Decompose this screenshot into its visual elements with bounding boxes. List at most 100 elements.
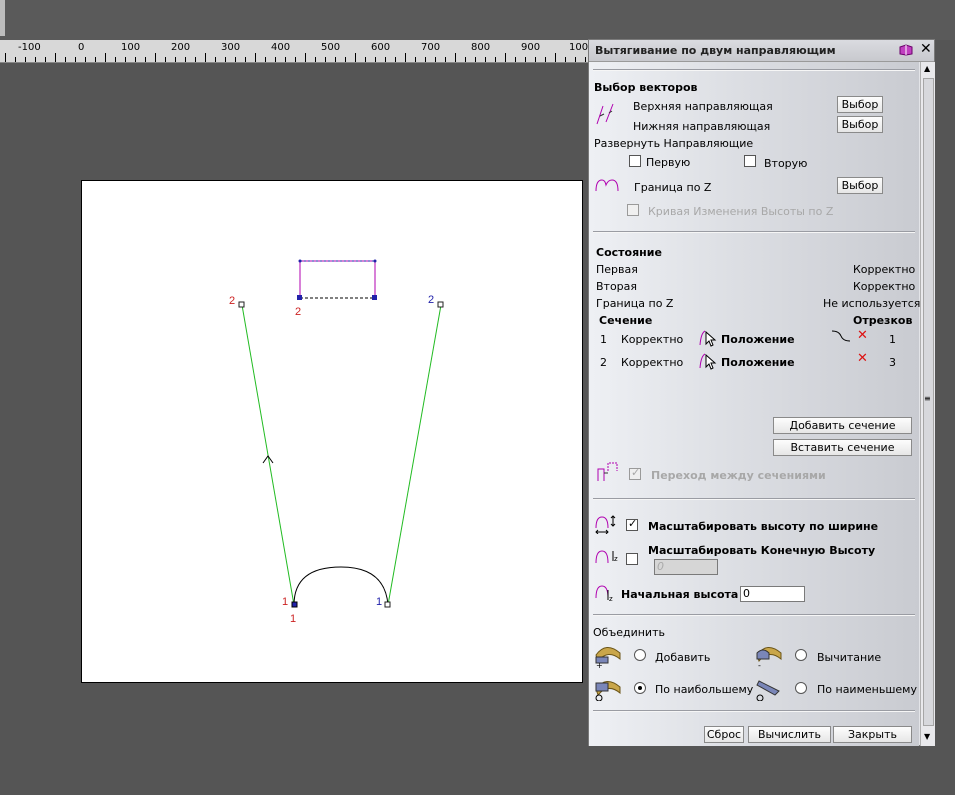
state-heading: Состояние	[596, 246, 662, 259]
help-book-icon[interactable]	[899, 44, 913, 56]
left-rail-line[interactable]	[241, 304, 295, 606]
min-combine-icon	[756, 680, 780, 701]
right-rail-line[interactable]	[387, 304, 442, 606]
ruler-minor-tick	[95, 57, 96, 62]
scroll-up-icon[interactable]: ▲	[924, 64, 930, 73]
flip-second-label: Вторую	[764, 157, 808, 170]
close-icon[interactable]: ✕	[920, 41, 932, 57]
ruler-minor-tick	[495, 57, 496, 62]
max-combine-icon	[595, 681, 621, 701]
ruler-minor-tick	[75, 57, 76, 62]
ruler-major-tick	[505, 53, 506, 62]
node-marker[interactable]	[437, 301, 444, 308]
ruler-minor-tick	[335, 57, 336, 62]
section-number: 1	[600, 333, 607, 346]
separator	[593, 614, 915, 616]
separator	[593, 710, 915, 712]
ruler-major-tick	[255, 53, 256, 62]
flip-rails-label: Развернуть Направляющие	[594, 137, 754, 150]
section-position-label[interactable]: Положение	[721, 333, 795, 346]
section-position-label[interactable]: Положение	[721, 356, 795, 369]
ruler-minor-tick	[235, 57, 236, 62]
start-height-input[interactable]: 0	[740, 586, 805, 602]
ruler-minor-tick	[365, 57, 366, 62]
ruler-minor-tick	[225, 57, 226, 62]
node-marker[interactable]	[372, 295, 377, 300]
vector-drawing[interactable]: 2 2 2 1 1 1	[82, 181, 582, 682]
scroll-grip-icon: ≡	[924, 394, 931, 403]
transition-icon	[597, 462, 618, 481]
select-lower-rail-button[interactable]: Выбор	[837, 116, 883, 133]
ruler-major-tick	[305, 53, 306, 62]
panel-body: Выбор векторов Верхняя направляющая Выбо…	[589, 62, 921, 746]
delete-section-icon[interactable]: ✕	[857, 328, 868, 343]
delete-section-icon[interactable]: ✕	[857, 351, 868, 366]
add-combine-icon: +	[595, 647, 621, 669]
reset-button[interactable]: Сброс	[704, 726, 744, 743]
node-marker[interactable]	[291, 601, 298, 608]
panel-scrollbar[interactable]: ▲ ≡ ▼	[920, 62, 935, 746]
upper-rail-label: Верхняя направляющая	[633, 100, 773, 113]
select-upper-rail-button[interactable]: Выбор	[837, 96, 883, 113]
scale-height-width-checkbox[interactable]: ✓	[626, 518, 638, 531]
ruler-minor-tick	[315, 57, 316, 62]
z-boundary-label: Граница по Z	[634, 181, 712, 194]
ruler-major-tick	[5, 53, 6, 62]
ruler-label: 100	[121, 42, 141, 53]
scale-end-height-label: Масштабировать Конечную Высоту	[648, 544, 876, 557]
combine-subtract-label: Вычитание	[817, 651, 882, 664]
compute-button[interactable]: Вычислить	[748, 726, 831, 743]
node-label: 1	[376, 596, 382, 608]
ruler-major-tick	[205, 53, 206, 62]
ruler-label: -100	[18, 42, 41, 53]
scroll-down-icon[interactable]: ▼	[924, 732, 930, 741]
flip-first-checkbox[interactable]	[629, 155, 641, 167]
ruler-minor-tick	[565, 57, 566, 62]
drawing-canvas[interactable]: 2 2 2 1 1 1	[81, 180, 583, 683]
ruler-minor-tick	[395, 57, 396, 62]
flip-second-checkbox[interactable]	[744, 155, 756, 167]
end-height-input[interactable]: 0	[654, 559, 718, 575]
node-label: 2	[428, 294, 434, 306]
combine-subtract-radio[interactable]	[795, 649, 807, 661]
combine-min-radio[interactable]	[795, 682, 807, 694]
add-section-button[interactable]: Добавить сечение	[773, 417, 912, 434]
ruler-major-tick	[555, 53, 556, 62]
combine-add-radio[interactable]	[634, 649, 646, 661]
rails-icon	[596, 103, 614, 125]
panel-title: Вытягивание по двум направляющим	[595, 44, 836, 57]
node-marker[interactable]	[373, 259, 377, 263]
segments-column-header: Отрезков	[853, 314, 913, 327]
ruler-minor-tick	[295, 57, 296, 62]
flip-first-label: Первую	[646, 156, 691, 169]
scale-end-height-checkbox[interactable]	[626, 553, 638, 565]
ruler-minor-tick	[185, 57, 186, 62]
close-button[interactable]: Закрыть	[833, 726, 912, 743]
svg-text:z: z	[614, 555, 618, 563]
ruler-minor-tick	[525, 57, 526, 62]
state-zboundary-value: Не используется	[823, 297, 921, 310]
ruler-minor-tick	[145, 57, 146, 62]
select-z-boundary-button[interactable]: Выбор	[837, 177, 883, 194]
ruler-label: 200	[171, 42, 191, 53]
node-marker[interactable]	[297, 295, 302, 300]
panel-title-bar: Вытягивание по двум направляющим ✕	[589, 40, 934, 62]
combine-max-radio[interactable]	[634, 682, 646, 694]
insert-section-button[interactable]: Вставить сечение	[773, 439, 912, 456]
ruler-minor-tick	[475, 57, 476, 62]
ruler-minor-tick	[65, 57, 66, 62]
transition-checkbox[interactable]: ✓	[629, 467, 641, 480]
cursor-position-icon[interactable]	[699, 327, 717, 347]
svg-text:-: -	[758, 661, 761, 669]
node-marker[interactable]	[384, 601, 391, 608]
start-height-label: Начальная высота	[621, 588, 739, 601]
ruler-minor-tick	[285, 57, 286, 62]
node-marker[interactable]	[238, 301, 245, 308]
z-curve-checkbox[interactable]	[627, 204, 639, 216]
ruler-label: 700	[421, 42, 441, 53]
ruler-major-tick	[155, 53, 156, 62]
cursor-position-icon[interactable]	[699, 350, 717, 370]
section-arc[interactable]	[293, 566, 389, 606]
node-marker[interactable]	[298, 259, 302, 263]
section-status: Корректно	[621, 333, 684, 346]
